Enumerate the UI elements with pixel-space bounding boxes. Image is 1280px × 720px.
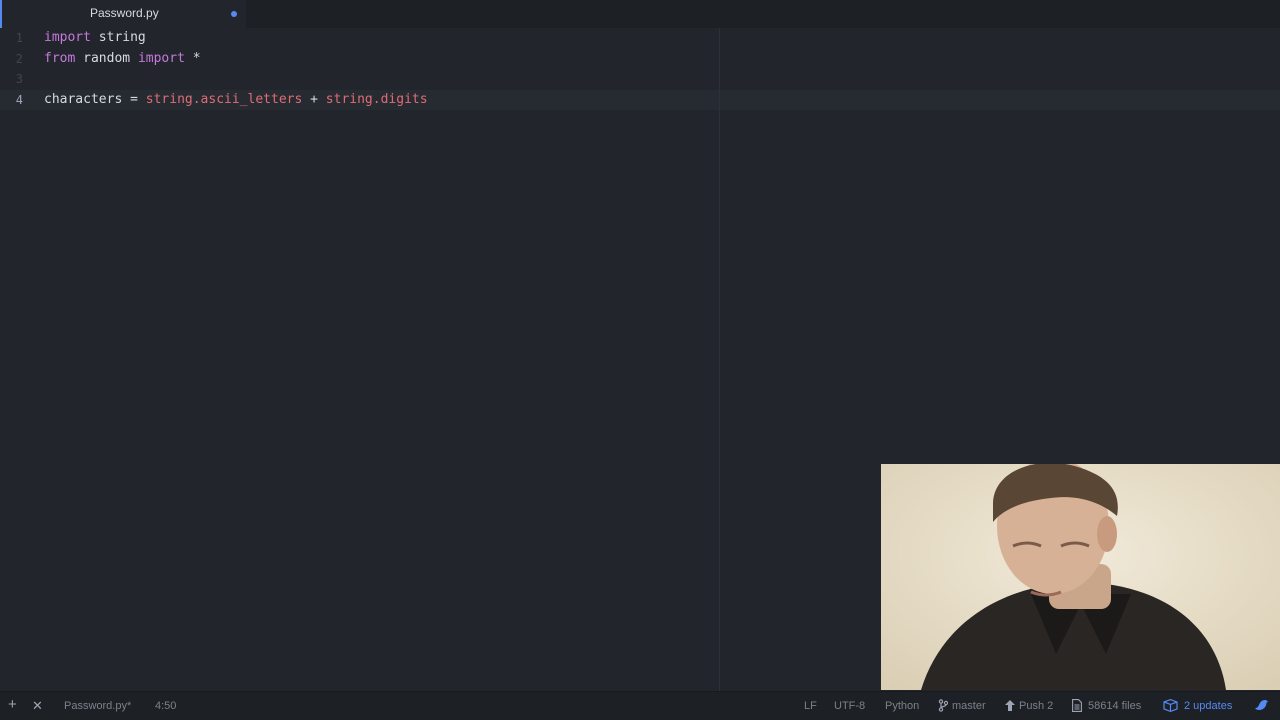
code-line-1[interactable]: import string (44, 28, 146, 48)
status-push[interactable]: Push 2 (1019, 700, 1053, 712)
line-number: 2 (15, 52, 23, 66)
wrap-guide (719, 28, 720, 691)
status-bar: + ✕ Password.py* 4:50 LF UTF-8 Python ma… (0, 691, 1280, 720)
status-line-ending[interactable]: LF (804, 700, 817, 712)
identifier-token: characters (44, 92, 123, 107)
status-updates[interactable]: 2 updates (1184, 700, 1232, 712)
status-cursor-position[interactable]: 4:50 (155, 700, 176, 712)
status-file-name[interactable]: Password.py* (64, 700, 131, 712)
bird-icon[interactable] (1254, 699, 1269, 712)
identifier-token: random (75, 51, 138, 66)
status-encoding[interactable]: UTF-8 (834, 700, 865, 712)
identifier-token: string (90, 30, 146, 45)
status-file-count[interactable]: 58614 files (1088, 700, 1141, 712)
attribute-token: .ascii_letters (192, 92, 303, 107)
operator-token: * (184, 51, 201, 66)
module-token: string (325, 92, 373, 107)
person-webcam-icon (881, 464, 1280, 690)
status-branch[interactable]: master (952, 700, 986, 712)
modified-indicator-icon[interactable] (231, 11, 237, 17)
status-grammar[interactable]: Python (885, 700, 919, 712)
line-number: 1 (15, 31, 23, 45)
keyword-token: import (44, 30, 91, 45)
module-token: string (145, 92, 193, 107)
code-line-2[interactable]: from random import * (44, 49, 201, 69)
operator-token: + (302, 92, 326, 107)
line-number-current: 4 (15, 93, 23, 107)
code-line-4[interactable]: characters = string.ascii_letters + stri… (44, 90, 428, 110)
git-branch-icon (938, 699, 948, 712)
webcam-overlay (881, 464, 1280, 690)
package-icon (1163, 699, 1178, 712)
close-icon[interactable]: ✕ (32, 698, 43, 713)
file-icon (1072, 699, 1082, 712)
keyword-token: from (44, 51, 76, 66)
line-number: 3 (15, 72, 23, 86)
tab-bar: Password.py (0, 0, 1280, 29)
keyword-token: import (137, 51, 185, 66)
tab-title: Password.py (90, 6, 159, 20)
arrow-up-icon (1005, 700, 1015, 711)
add-icon[interactable]: + (8, 697, 17, 712)
operator-token: = (122, 92, 146, 107)
tab-password-py[interactable]: Password.py (0, 0, 246, 28)
attribute-token: .digits (372, 92, 428, 107)
atom-editor-window: Password.py 1 2 3 4 import string from r… (0, 0, 1280, 720)
